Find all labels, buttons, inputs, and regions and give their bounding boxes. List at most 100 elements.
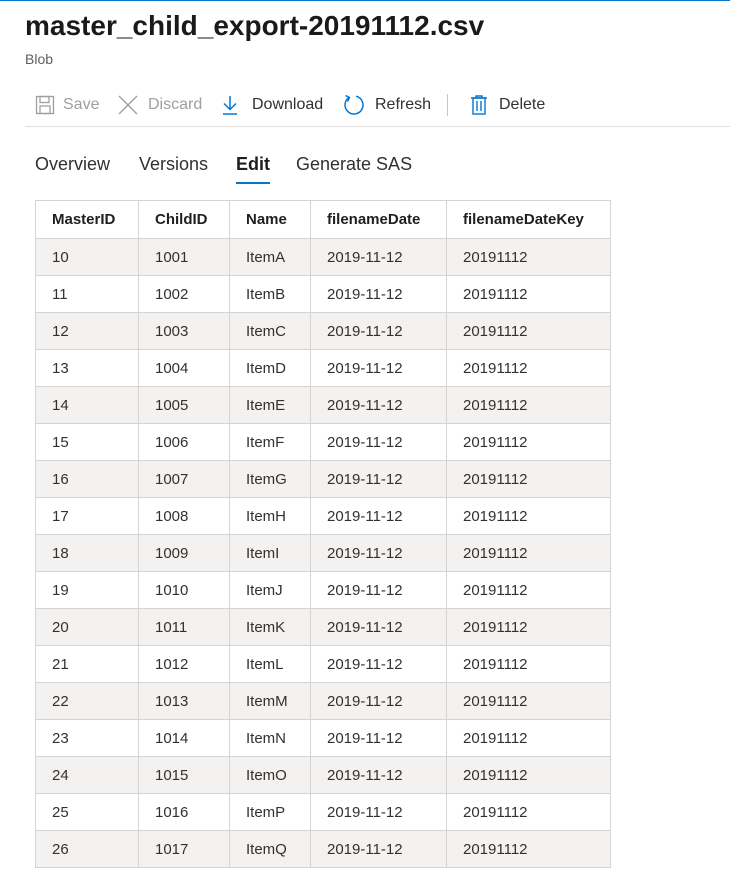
tab-generate-sas[interactable]: Generate SAS — [296, 150, 412, 184]
cell-name[interactable]: ItemP — [229, 793, 311, 831]
cell-name[interactable]: ItemI — [229, 534, 311, 572]
cell-name[interactable]: ItemE — [229, 386, 311, 424]
cell-masterid[interactable]: 16 — [35, 460, 139, 498]
table-row: 17 1008 ItemH 2019-11-12 20191112 — [35, 497, 611, 535]
cell-filenamedate[interactable]: 2019-11-12 — [310, 645, 447, 683]
close-icon — [117, 94, 139, 116]
cell-filenamedate[interactable]: 2019-11-12 — [310, 682, 447, 720]
cell-masterid[interactable]: 21 — [35, 645, 139, 683]
cell-name[interactable]: ItemA — [229, 238, 311, 276]
cell-filenamedatekey[interactable]: 20191112 — [446, 423, 611, 461]
cell-filenamedatekey[interactable]: 20191112 — [446, 719, 611, 757]
cell-masterid[interactable]: 23 — [35, 719, 139, 757]
column-header-filenamedate: filenameDate — [310, 200, 447, 239]
cell-childid[interactable]: 1012 — [138, 645, 230, 683]
save-button[interactable]: Save — [35, 84, 99, 126]
cell-filenamedate[interactable]: 2019-11-12 — [310, 719, 447, 757]
cell-childid[interactable]: 1001 — [138, 238, 230, 276]
cell-filenamedatekey[interactable]: 20191112 — [446, 534, 611, 572]
cell-filenamedatekey[interactable]: 20191112 — [446, 645, 611, 683]
cell-childid[interactable]: 1007 — [138, 460, 230, 498]
tab-versions[interactable]: Versions — [139, 150, 208, 184]
cell-filenamedate[interactable]: 2019-11-12 — [310, 534, 447, 572]
cell-filenamedatekey[interactable]: 20191112 — [446, 497, 611, 535]
download-button[interactable]: Download — [221, 84, 323, 126]
cell-masterid[interactable]: 11 — [35, 275, 139, 313]
table-row: 10 1001 ItemA 2019-11-12 20191112 — [35, 238, 611, 276]
cell-name[interactable]: ItemD — [229, 349, 311, 387]
cell-masterid[interactable]: 25 — [35, 793, 139, 831]
cell-masterid[interactable]: 10 — [35, 238, 139, 276]
cell-masterid[interactable]: 18 — [35, 534, 139, 572]
cell-masterid[interactable]: 14 — [35, 386, 139, 424]
cell-filenamedatekey[interactable]: 20191112 — [446, 238, 611, 276]
cell-filenamedate[interactable]: 2019-11-12 — [310, 275, 447, 313]
cell-masterid[interactable]: 12 — [35, 312, 139, 350]
delete-button[interactable]: Delete — [469, 84, 545, 126]
cell-name[interactable]: ItemB — [229, 275, 311, 313]
cell-filenamedatekey[interactable]: 20191112 — [446, 386, 611, 424]
cell-name[interactable]: ItemM — [229, 682, 311, 720]
cell-name[interactable]: ItemK — [229, 608, 311, 646]
cell-childid[interactable]: 1016 — [138, 793, 230, 831]
cell-name[interactable]: ItemO — [229, 756, 311, 794]
cell-filenamedate[interactable]: 2019-11-12 — [310, 386, 447, 424]
cell-childid[interactable]: 1003 — [138, 312, 230, 350]
cell-filenamedatekey[interactable]: 20191112 — [446, 460, 611, 498]
tab-overview[interactable]: Overview — [35, 150, 110, 184]
cell-childid[interactable]: 1011 — [138, 608, 230, 646]
cell-masterid[interactable]: 17 — [35, 497, 139, 535]
cell-name[interactable]: ItemJ — [229, 571, 311, 609]
cell-childid[interactable]: 1005 — [138, 386, 230, 424]
cell-masterid[interactable]: 20 — [35, 608, 139, 646]
cell-childid[interactable]: 1014 — [138, 719, 230, 757]
cell-childid[interactable]: 1017 — [138, 830, 230, 868]
cell-filenamedatekey[interactable]: 20191112 — [446, 349, 611, 387]
cell-filenamedate[interactable]: 2019-11-12 — [310, 349, 447, 387]
cell-masterid[interactable]: 24 — [35, 756, 139, 794]
tab-edit[interactable]: Edit — [236, 150, 270, 184]
cell-filenamedate[interactable]: 2019-11-12 — [310, 608, 447, 646]
cell-filenamedate[interactable]: 2019-11-12 — [310, 830, 447, 868]
cell-name[interactable]: ItemG — [229, 460, 311, 498]
cell-name[interactable]: ItemL — [229, 645, 311, 683]
cell-name[interactable]: ItemC — [229, 312, 311, 350]
cell-filenamedatekey[interactable]: 20191112 — [446, 312, 611, 350]
cell-childid[interactable]: 1010 — [138, 571, 230, 609]
cell-masterid[interactable]: 13 — [35, 349, 139, 387]
cell-filenamedatekey[interactable]: 20191112 — [446, 571, 611, 609]
cell-masterid[interactable]: 19 — [35, 571, 139, 609]
cell-childid[interactable]: 1002 — [138, 275, 230, 313]
cell-childid[interactable]: 1015 — [138, 756, 230, 794]
cell-childid[interactable]: 1008 — [138, 497, 230, 535]
cell-filenamedate[interactable]: 2019-11-12 — [310, 756, 447, 794]
cell-masterid[interactable]: 26 — [35, 830, 139, 868]
table-row: 16 1007 ItemG 2019-11-12 20191112 — [35, 460, 611, 498]
cell-filenamedatekey[interactable]: 20191112 — [446, 793, 611, 831]
cell-name[interactable]: ItemF — [229, 423, 311, 461]
cell-filenamedate[interactable]: 2019-11-12 — [310, 793, 447, 831]
refresh-button[interactable]: Refresh — [342, 84, 431, 126]
cell-filenamedate[interactable]: 2019-11-12 — [310, 423, 447, 461]
cell-name[interactable]: ItemN — [229, 719, 311, 757]
cell-name[interactable]: ItemH — [229, 497, 311, 535]
cell-filenamedate[interactable]: 2019-11-12 — [310, 460, 447, 498]
cell-filenamedatekey[interactable]: 20191112 — [446, 608, 611, 646]
cell-childid[interactable]: 1006 — [138, 423, 230, 461]
cell-childid[interactable]: 1004 — [138, 349, 230, 387]
cell-filenamedatekey[interactable]: 20191112 — [446, 275, 611, 313]
cell-name[interactable]: ItemQ — [229, 830, 311, 868]
cell-filenamedatekey[interactable]: 20191112 — [446, 756, 611, 794]
discard-button[interactable]: Discard — [117, 84, 202, 126]
cell-filenamedate[interactable]: 2019-11-12 — [310, 497, 447, 535]
cell-filenamedate[interactable]: 2019-11-12 — [310, 312, 447, 350]
cell-masterid[interactable]: 22 — [35, 682, 139, 720]
cell-filenamedatekey[interactable]: 20191112 — [446, 682, 611, 720]
cell-filenamedate[interactable]: 2019-11-12 — [310, 238, 447, 276]
refresh-label: Refresh — [375, 96, 432, 113]
cell-childid[interactable]: 1013 — [138, 682, 230, 720]
cell-masterid[interactable]: 15 — [35, 423, 139, 461]
cell-childid[interactable]: 1009 — [138, 534, 230, 572]
cell-filenamedate[interactable]: 2019-11-12 — [310, 571, 447, 609]
cell-filenamedatekey[interactable]: 20191112 — [446, 830, 611, 868]
